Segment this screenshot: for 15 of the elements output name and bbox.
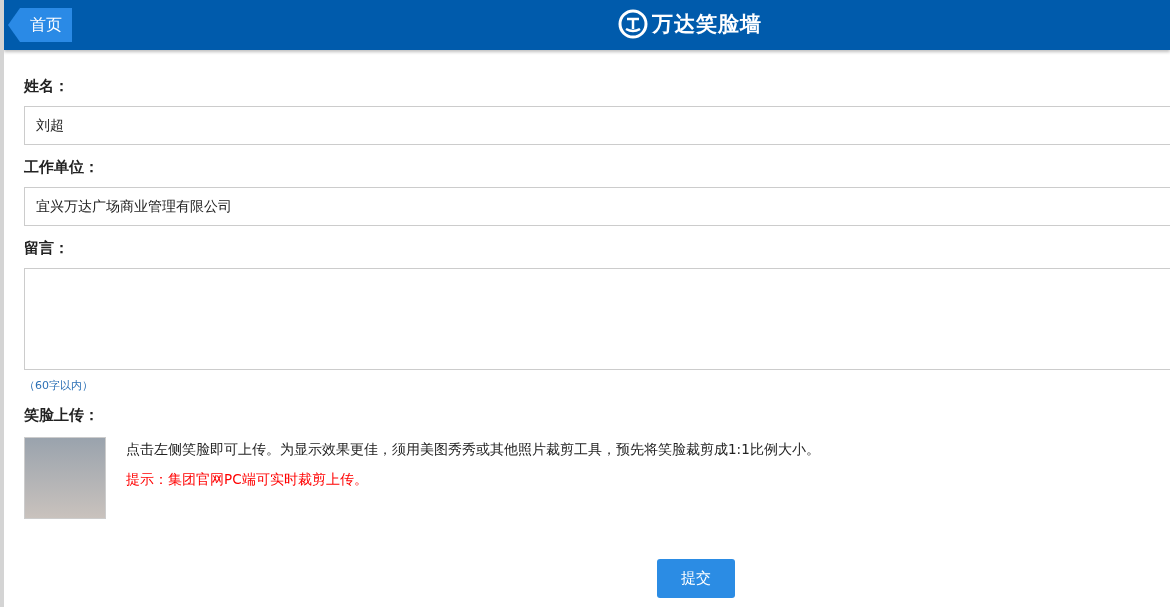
- field-label: 留言：: [24, 239, 69, 258]
- field-label: 工作单位：: [24, 158, 99, 177]
- upload-label: 笑脸上传：: [24, 406, 99, 425]
- upload-instruction: 点击左侧笑脸即可上传。为显示效果更佳，须用美图秀秀或其他照片裁剪工具，预先将笑脸裁剪成1:1比例大小。: [126, 441, 820, 459]
- length-note: （60字以内）: [24, 378, 93, 393]
- field-label: 姓名：: [24, 77, 69, 96]
- message-field[interactable]: [24, 268, 1170, 370]
- logo-icon: [618, 9, 648, 39]
- text-field[interactable]: 宜兴万达广场商业管理有限公司: [24, 187, 1170, 226]
- upload-hint: 提示：集团官网PC端可实时裁剪上传。: [126, 471, 369, 489]
- photo-placeholder[interactable]: [24, 437, 106, 519]
- logo-text: 万达笑脸墙: [652, 11, 762, 38]
- home-button[interactable]: 首页: [8, 8, 72, 42]
- text-field[interactable]: 刘超: [24, 106, 1170, 145]
- submit-button[interactable]: 提交: [657, 559, 735, 598]
